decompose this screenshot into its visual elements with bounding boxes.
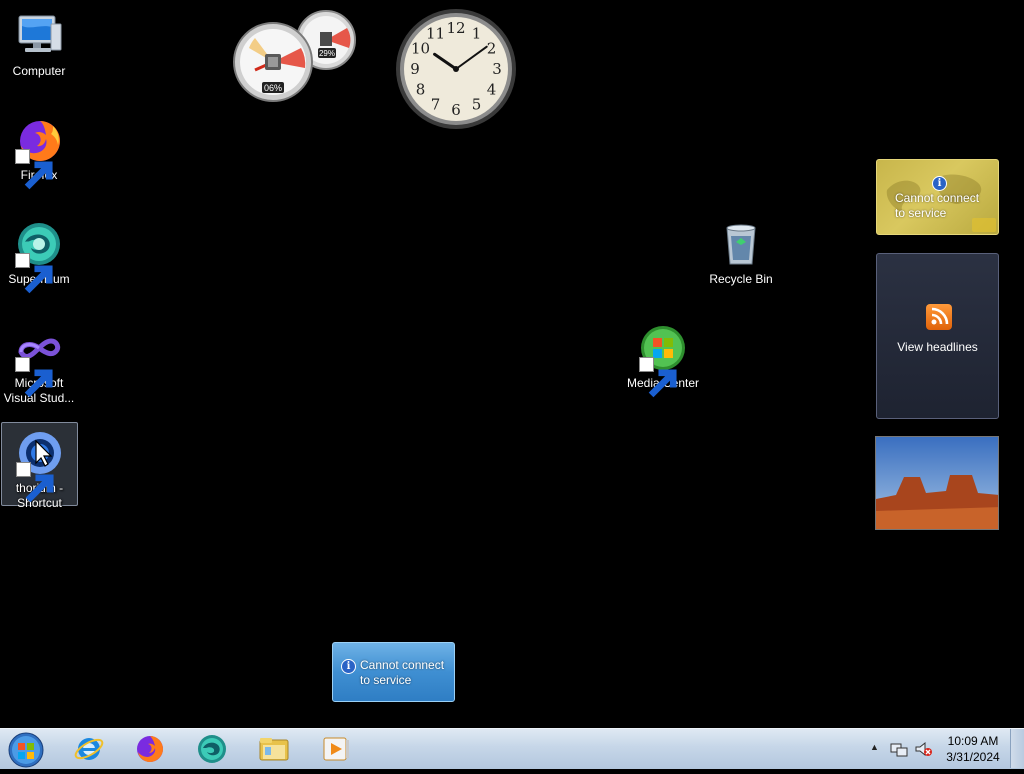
clock-number: 4 <box>487 81 497 99</box>
show-hidden-icons-chevron-icon[interactable]: ▲ <box>870 742 879 752</box>
currency-message: Cannot connect to service <box>360 658 445 687</box>
clock-number: 12 <box>446 19 465 37</box>
shortcut-arrow-icon <box>15 253 53 294</box>
feed-headlines-gadget[interactable]: View headlines <box>876 253 999 419</box>
desktop-icon-supermium[interactable]: Supermium <box>0 214 78 294</box>
internet-explorer-icon <box>74 738 104 760</box>
cpu-percent: 06% <box>264 83 282 93</box>
slideshow-gadget[interactable] <box>875 436 999 530</box>
shortcut-arrow-icon <box>15 462 54 503</box>
cpu-meter-dials: 29% 06% <box>233 10 356 102</box>
slideshow-image <box>876 437 998 529</box>
taskbar-time: 10:09 AM <box>947 734 999 748</box>
weather-message: Cannot connect to service <box>895 191 980 220</box>
clock-number: 5 <box>472 96 482 114</box>
clock-number: 3 <box>492 60 502 78</box>
desktop[interactable]: Computer Firefox Supermium Microsoft Vis… <box>0 0 1024 728</box>
currency-gadget[interactable]: i Cannot connect to service <box>332 642 455 702</box>
firefox-icon <box>137 736 163 762</box>
network-icon[interactable] <box>890 740 908 758</box>
recycle-bin-icon <box>717 220 765 268</box>
volume-muted-icon[interactable] <box>914 740 932 758</box>
clock-gadget[interactable]: 12 1 2 3 4 5 6 7 8 9 10 11 <box>394 7 518 131</box>
weather-gadget-badge <box>972 218 996 232</box>
taskbar-internet-explorer[interactable] <box>72 732 106 766</box>
supermium-icon <box>198 735 226 763</box>
start-button[interactable] <box>7 731 45 769</box>
taskbar-supermium[interactable] <box>195 732 229 766</box>
desktop-icon-label: Computer <box>12 64 66 78</box>
desktop-icon-label: Recycle Bin <box>709 272 773 286</box>
clock-number: 8 <box>416 81 426 99</box>
clock-number: 9 <box>410 60 420 78</box>
desktop-icon-visual-studio[interactable]: Microsoft Visual Stud... <box>0 318 78 405</box>
desktop-icon-media-center[interactable]: Media Center <box>623 318 703 398</box>
taskbar-clock[interactable]: 10:09 AM 3/31/2024 <box>944 733 1002 765</box>
clock-number: 2 <box>487 40 497 58</box>
shortcut-arrow-icon <box>639 357 677 398</box>
clock-number: 11 <box>426 24 445 42</box>
taskbar-firefox[interactable] <box>133 732 167 766</box>
computer-icon <box>15 12 63 60</box>
supermium-icon <box>15 220 63 294</box>
memory-percent: 29% <box>319 49 335 58</box>
desktop-icon-recycle-bin[interactable]: Recycle Bin <box>702 214 780 286</box>
media-center-icon <box>639 324 687 398</box>
system-tray: ▲ <box>868 732 938 766</box>
rss-icon <box>926 304 952 330</box>
thorium-icon <box>15 429 64 503</box>
clock-face: 12 1234567891011 <box>396 9 516 129</box>
visual-studio-icon <box>15 324 63 398</box>
weather-gadget[interactable]: i Cannot connect to service <box>876 159 999 235</box>
show-desktop-button[interactable] <box>1010 729 1024 768</box>
cpu-meter-gadget[interactable]: 29% 06% <box>233 8 358 104</box>
file-explorer-icon <box>259 738 289 761</box>
media-player-icon <box>323 737 349 761</box>
firefox-icon <box>15 116 63 190</box>
clock-number: 1 <box>472 24 482 42</box>
desktop-icon-firefox[interactable]: Firefox <box>0 110 78 190</box>
desktop-icon-computer[interactable]: Computer <box>0 6 78 78</box>
taskbar-file-explorer[interactable] <box>257 732 291 766</box>
info-icon: i <box>341 659 356 674</box>
windows-logo-icon <box>8 732 44 768</box>
taskbar-date: 3/31/2024 <box>946 750 1000 764</box>
shortcut-arrow-icon <box>15 149 53 190</box>
clock-number: 6 <box>451 101 461 119</box>
clock-number: 7 <box>431 96 441 114</box>
view-headlines-link[interactable]: View headlines <box>877 340 998 354</box>
info-icon: i <box>932 176 947 191</box>
desktop-icon-thorium[interactable]: thorium - Shortcut <box>1 422 78 510</box>
shortcut-arrow-icon <box>15 357 53 398</box>
taskbar-media-player[interactable] <box>319 732 353 766</box>
